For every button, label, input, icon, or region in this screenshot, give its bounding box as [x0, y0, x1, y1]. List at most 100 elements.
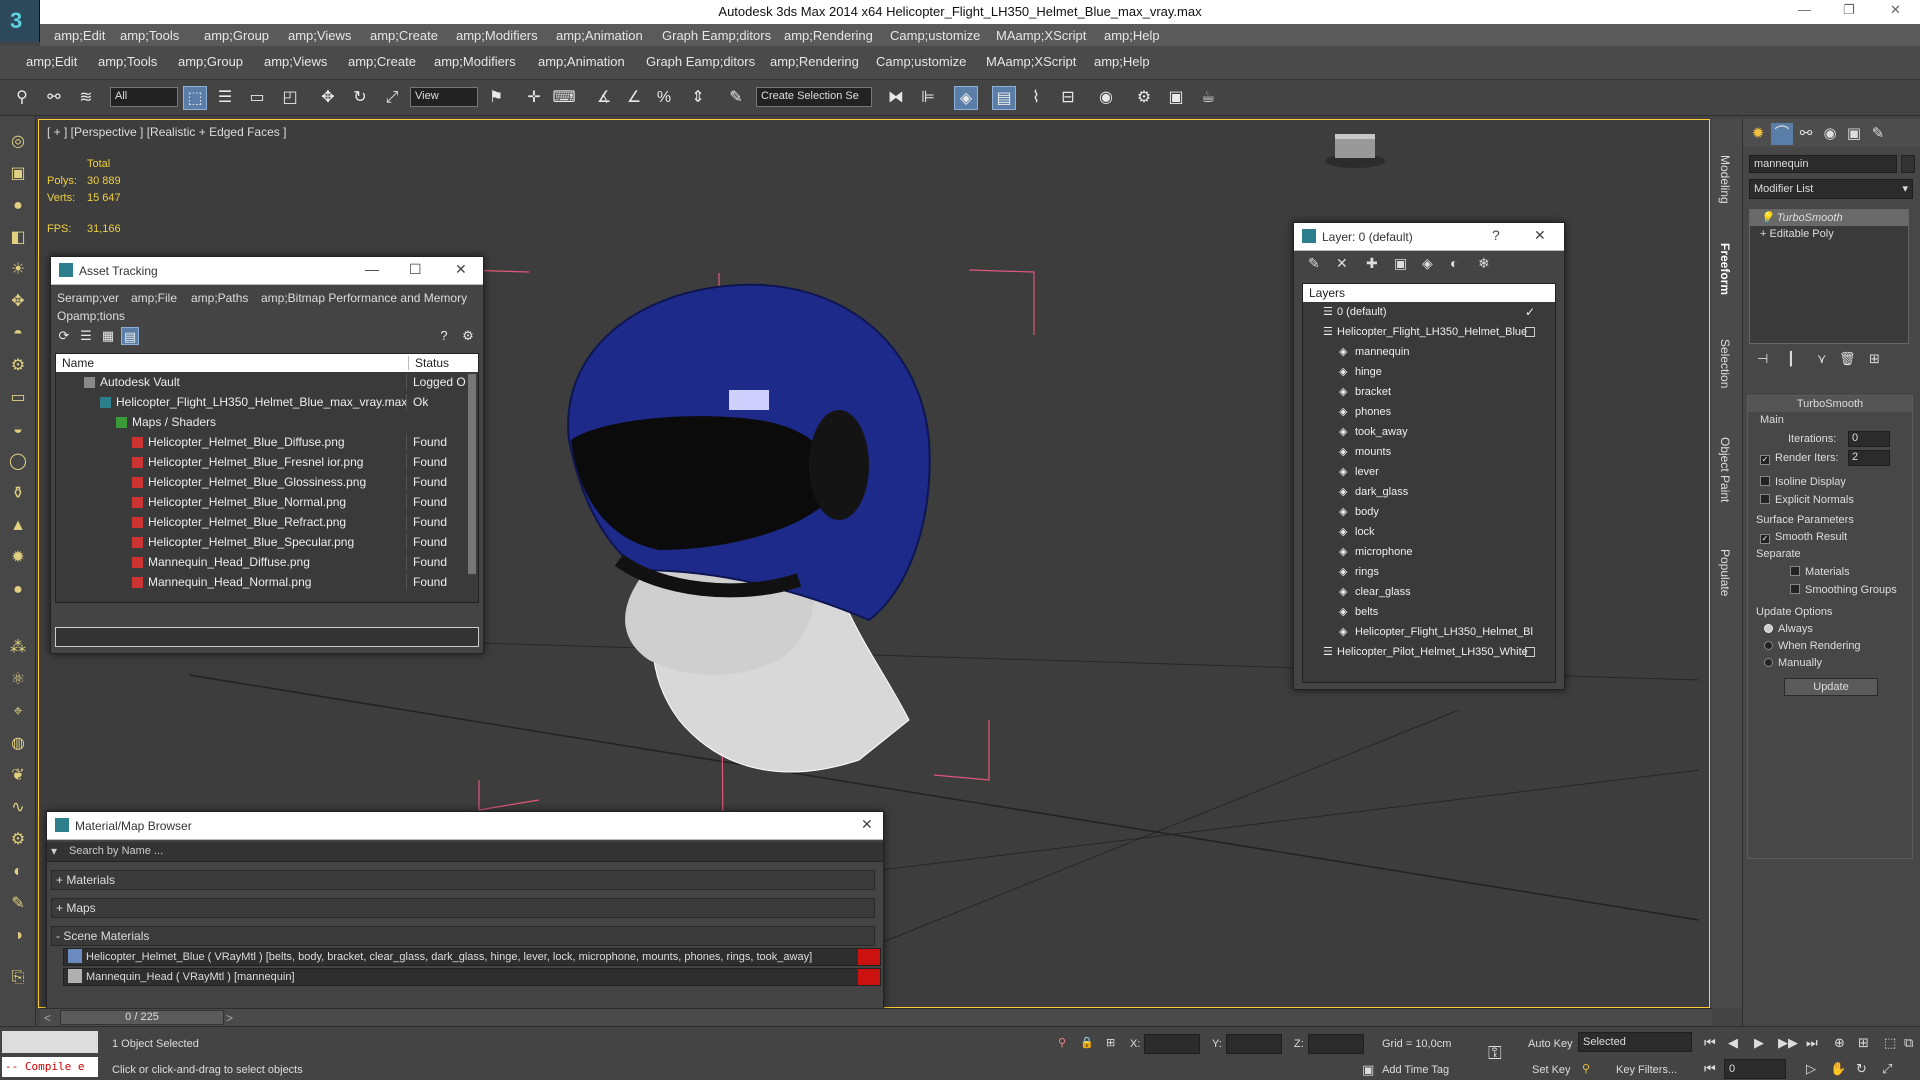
layer-row[interactable]: ☰ Helicopter_Pilot_Helmet_LH350_White	[1303, 644, 1555, 660]
menu1-item-10[interactable]: MAamp;XScript	[996, 28, 1086, 43]
table-row[interactable]: Helicopter_Helmet_Blue_Glossiness.png Fou…	[56, 474, 466, 490]
hide-all-icon[interactable]: ◐	[1450, 255, 1458, 271]
menu1-item-7[interactable]: Graph Eamp;ditors	[662, 28, 771, 43]
close-icon[interactable]: ✕	[1890, 2, 1901, 18]
menu2-item-7[interactable]: Graph Eamp;ditors	[646, 54, 755, 69]
goto-start-icon[interactable]: ⏮	[1704, 1035, 1716, 1051]
layer-row[interactable]: ◈ took_away	[1303, 424, 1555, 440]
set-key-button[interactable]: Set Key	[1532, 1064, 1571, 1076]
sphere-icon[interactable]: ●	[6, 194, 30, 218]
menu2-item-1[interactable]: amp;Tools	[98, 54, 157, 69]
zoom-all-icon[interactable]: ⊞	[1858, 1035, 1869, 1051]
show-end-result-icon[interactable]: ┃	[1787, 351, 1795, 367]
minimize-icon[interactable]: —	[365, 261, 379, 277]
col-status[interactable]: Status	[408, 356, 449, 370]
bind-icon[interactable]: ≋	[74, 86, 98, 110]
menu2-item-8[interactable]: amp;Rendering	[770, 54, 859, 69]
render-iters-row[interactable]: ✓ Render Iters:	[1760, 452, 1839, 465]
add-to-layer-icon[interactable]: ✚	[1366, 255, 1378, 272]
when-rendering-row[interactable]: When Rendering	[1764, 640, 1861, 652]
mirror-icon[interactable]: ⧓	[884, 86, 908, 110]
auto-key-button[interactable]: Auto Key	[1528, 1038, 1573, 1050]
dynamics-icon[interactable]: ⚛	[6, 668, 30, 692]
orbit-icon[interactable]: ↻	[1856, 1061, 1867, 1077]
listener-mini[interactable]	[2, 1031, 98, 1053]
table-view-icon[interactable]: ▤	[121, 327, 139, 345]
layer-row[interactable]: ◈ rings	[1303, 564, 1555, 580]
schematic-icon[interactable]: ⊟	[1056, 86, 1080, 110]
scene-materials-group[interactable]: - Scene Materials	[51, 926, 875, 946]
next-key-icon[interactable]: ▶▶	[1778, 1035, 1798, 1051]
materials-group[interactable]: + Materials	[51, 870, 875, 890]
render-setup-icon[interactable]: ⚙	[1132, 86, 1156, 110]
zoom-extents-icon[interactable]: ⬚	[1884, 1035, 1896, 1051]
zoom-icon[interactable]: ⊕	[1834, 1035, 1845, 1051]
compile-error-field[interactable]: -- Compile e	[2, 1057, 98, 1077]
layer-row[interactable]: ◈ bracket	[1303, 384, 1555, 400]
spinner-snap-icon[interactable]: ⇕	[686, 86, 710, 110]
menu1-item-3[interactable]: amp;Views	[288, 28, 351, 43]
script-icon[interactable]: ✎	[6, 892, 30, 916]
menu1-item-5[interactable]: amp;Modifiers	[456, 28, 538, 43]
freeze-all-icon[interactable]: ❄	[1478, 255, 1490, 272]
teapot-icon[interactable]: ⚱	[6, 482, 30, 506]
create-layer-icon[interactable]: ✎	[1308, 255, 1320, 272]
plane-icon[interactable]: ▭	[6, 386, 30, 410]
time-slider-thumb[interactable]: 0 / 225	[60, 1010, 224, 1025]
lock-selection-icon[interactable]: ⚲	[1058, 1036, 1066, 1049]
object-name-field[interactable]: mannequin	[1749, 155, 1897, 173]
foliage-icon[interactable]: ❦	[6, 764, 30, 788]
viewcube[interactable]	[1325, 134, 1385, 168]
render-icon[interactable]: ☕	[1196, 86, 1220, 110]
materials-checkbox[interactable]	[1790, 566, 1800, 576]
tab-modeling[interactable]: Modeling	[1718, 155, 1732, 204]
stack-item-editable-poly[interactable]: + Editable Poly	[1750, 226, 1908, 242]
display-tab-icon[interactable]: ▣	[1843, 123, 1865, 145]
help-icon[interactable]: ?	[435, 327, 453, 345]
update-button[interactable]: Update	[1784, 678, 1878, 696]
layer-row[interactable]: ☰ Helicopter_Flight_LH350_Helmet_Blue	[1303, 324, 1555, 340]
layer-row[interactable]: ◈ belts	[1303, 604, 1555, 620]
table-row[interactable]: Helicopter_Helmet_Blue_Fresnel ior.png Fo…	[56, 454, 466, 470]
chevron-down-icon[interactable]: ▾	[51, 844, 57, 858]
menu2-item-4[interactable]: amp;Create	[348, 54, 416, 69]
pan-icon[interactable]: ✋	[1830, 1061, 1846, 1077]
key-filters-button[interactable]: Key Filters...	[1616, 1064, 1677, 1076]
system-icon[interactable]: ⚙	[6, 354, 30, 378]
table-row[interactable]: Mannequin_Head_Diffuse.png Found	[56, 554, 466, 570]
close-icon[interactable]: ✕	[861, 816, 873, 833]
cone-icon[interactable]: ▲	[6, 514, 30, 538]
set-key-icon[interactable]: ⚲	[1582, 1062, 1590, 1075]
layer-visibility-box[interactable]	[1525, 647, 1535, 657]
render-frame-icon[interactable]: ▣	[1164, 86, 1188, 110]
gear-icon[interactable]: ⚙	[6, 828, 30, 852]
close-icon[interactable]: ✕	[1534, 227, 1546, 244]
thumbnails-icon[interactable]: ▦	[99, 327, 117, 345]
keyboard-shortcut-icon[interactable]: ⌨	[552, 86, 576, 110]
menu-paths[interactable]: amp;Paths	[191, 291, 248, 305]
maps-group[interactable]: + Maps	[51, 898, 875, 918]
layers-header[interactable]: Layers	[1309, 286, 1345, 300]
when-rendering-radio[interactable]	[1764, 641, 1773, 650]
padlock-icon[interactable]: 🔒	[1080, 1036, 1094, 1049]
layer-row[interactable]: ◈ clear_glass	[1303, 584, 1555, 600]
restore-icon[interactable]: ❐	[1843, 2, 1855, 18]
asset-tracking-titlebar[interactable]: Asset Tracking — ☐ ✕	[51, 257, 483, 285]
maximize-icon[interactable]: ☐	[409, 261, 422, 278]
viewport-icon[interactable]: ◎	[6, 130, 30, 154]
menu-bitmap-performance[interactable]: amp;Bitmap Performance and Memory	[261, 291, 467, 305]
search-input[interactable]: Search by Name ...	[69, 845, 163, 857]
cloth-icon[interactable]: ⌖	[6, 700, 30, 724]
menu-server[interactable]: Seramp;ver	[57, 291, 119, 305]
menu1-item-2[interactable]: amp;Group	[204, 28, 269, 43]
menu2-item-11[interactable]: amp;Help	[1094, 54, 1150, 69]
curve-editor-icon[interactable]: ⌇	[1024, 86, 1048, 110]
menu1-item-4[interactable]: amp;Create	[370, 28, 438, 43]
layer-row[interactable]: ◈ dark_glass	[1303, 484, 1555, 500]
stack-item-turbosmooth[interactable]: 💡 TurboSmooth	[1750, 210, 1908, 226]
add-time-tag-icon[interactable]: ▣	[1362, 1062, 1374, 1078]
make-unique-icon[interactable]: ⋎	[1817, 351, 1827, 367]
delete-layer-icon[interactable]: ✕	[1336, 255, 1348, 272]
smoothing-groups-checkbox[interactable]	[1790, 584, 1800, 594]
layer-visibility-box[interactable]	[1525, 327, 1535, 337]
